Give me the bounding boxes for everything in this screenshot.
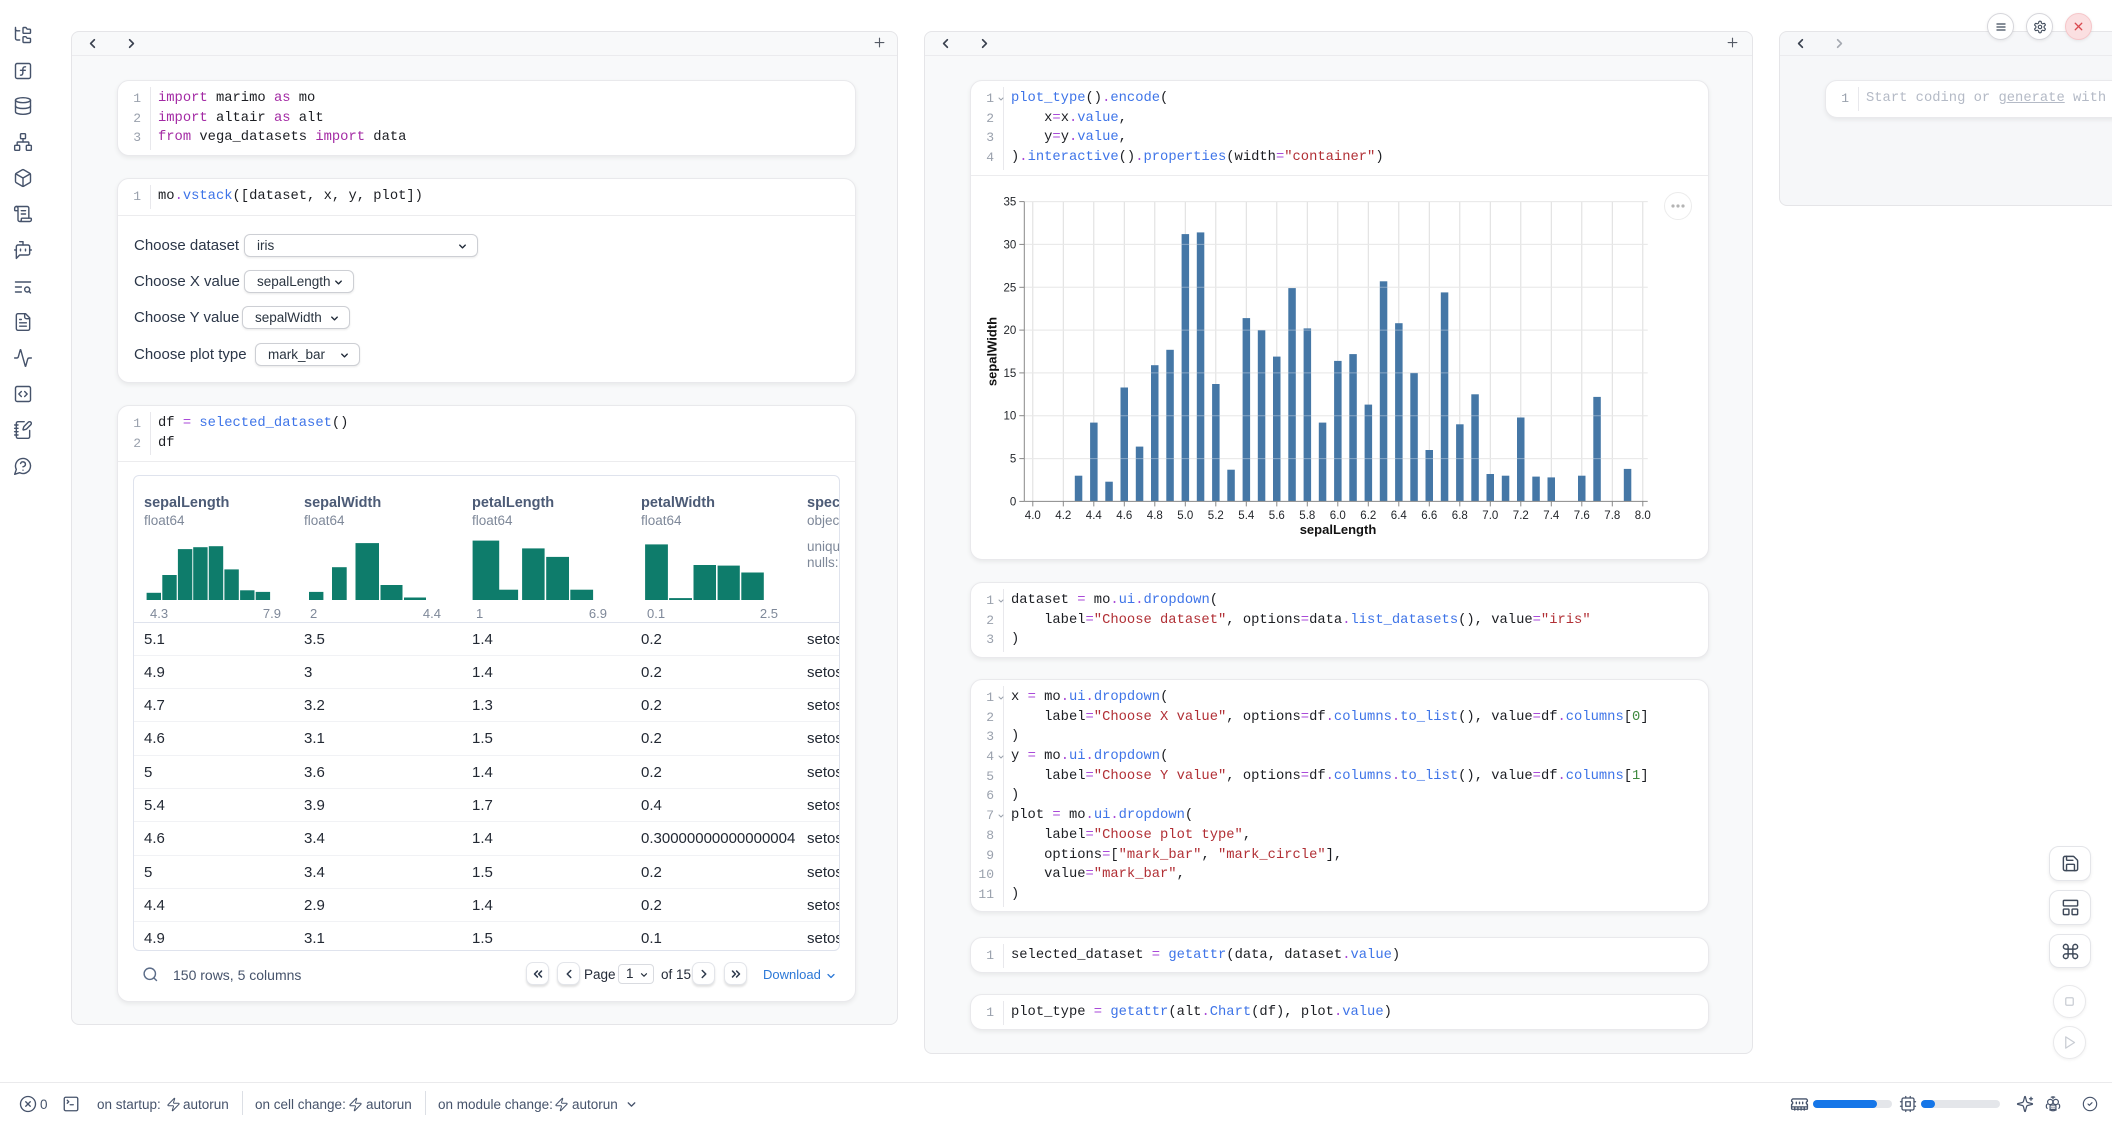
svg-text:20: 20 bbox=[1004, 325, 1017, 337]
svg-text:15: 15 bbox=[1004, 368, 1017, 380]
svg-text:8.0: 8.0 bbox=[1635, 510, 1651, 522]
svg-text:6.0: 6.0 bbox=[1330, 510, 1346, 522]
svg-text:6.4: 6.4 bbox=[1391, 510, 1408, 522]
svg-text:5.4: 5.4 bbox=[1238, 510, 1255, 522]
svg-text:0: 0 bbox=[1010, 496, 1016, 508]
svg-text:5.8: 5.8 bbox=[1299, 510, 1315, 522]
svg-text:30: 30 bbox=[1004, 239, 1017, 251]
svg-text:35: 35 bbox=[1004, 197, 1017, 209]
svg-text:5.2: 5.2 bbox=[1208, 510, 1224, 522]
svg-text:7.6: 7.6 bbox=[1574, 510, 1590, 522]
svg-text:10: 10 bbox=[1004, 411, 1017, 423]
svg-text:25: 25 bbox=[1004, 282, 1017, 294]
svg-text:5: 5 bbox=[1010, 454, 1016, 466]
svg-text:7.2: 7.2 bbox=[1513, 510, 1529, 522]
svg-text:7.0: 7.0 bbox=[1482, 510, 1498, 522]
svg-text:sepalWidth: sepalWidth bbox=[985, 317, 1000, 386]
svg-text:6.6: 6.6 bbox=[1421, 510, 1437, 522]
svg-text:7.4: 7.4 bbox=[1543, 510, 1560, 522]
svg-text:5.0: 5.0 bbox=[1177, 510, 1193, 522]
svg-text:4.8: 4.8 bbox=[1147, 510, 1163, 522]
svg-text:sepalLength: sepalLength bbox=[1300, 522, 1377, 537]
svg-text:4.0: 4.0 bbox=[1025, 510, 1041, 522]
svg-text:5.6: 5.6 bbox=[1269, 510, 1285, 522]
svg-text:6.8: 6.8 bbox=[1452, 510, 1468, 522]
svg-text:4.4: 4.4 bbox=[1086, 510, 1103, 522]
svg-text:4.2: 4.2 bbox=[1055, 510, 1071, 522]
svg-text:4.6: 4.6 bbox=[1116, 510, 1132, 522]
svg-text:6.2: 6.2 bbox=[1360, 510, 1376, 522]
svg-text:7.8: 7.8 bbox=[1604, 510, 1620, 522]
